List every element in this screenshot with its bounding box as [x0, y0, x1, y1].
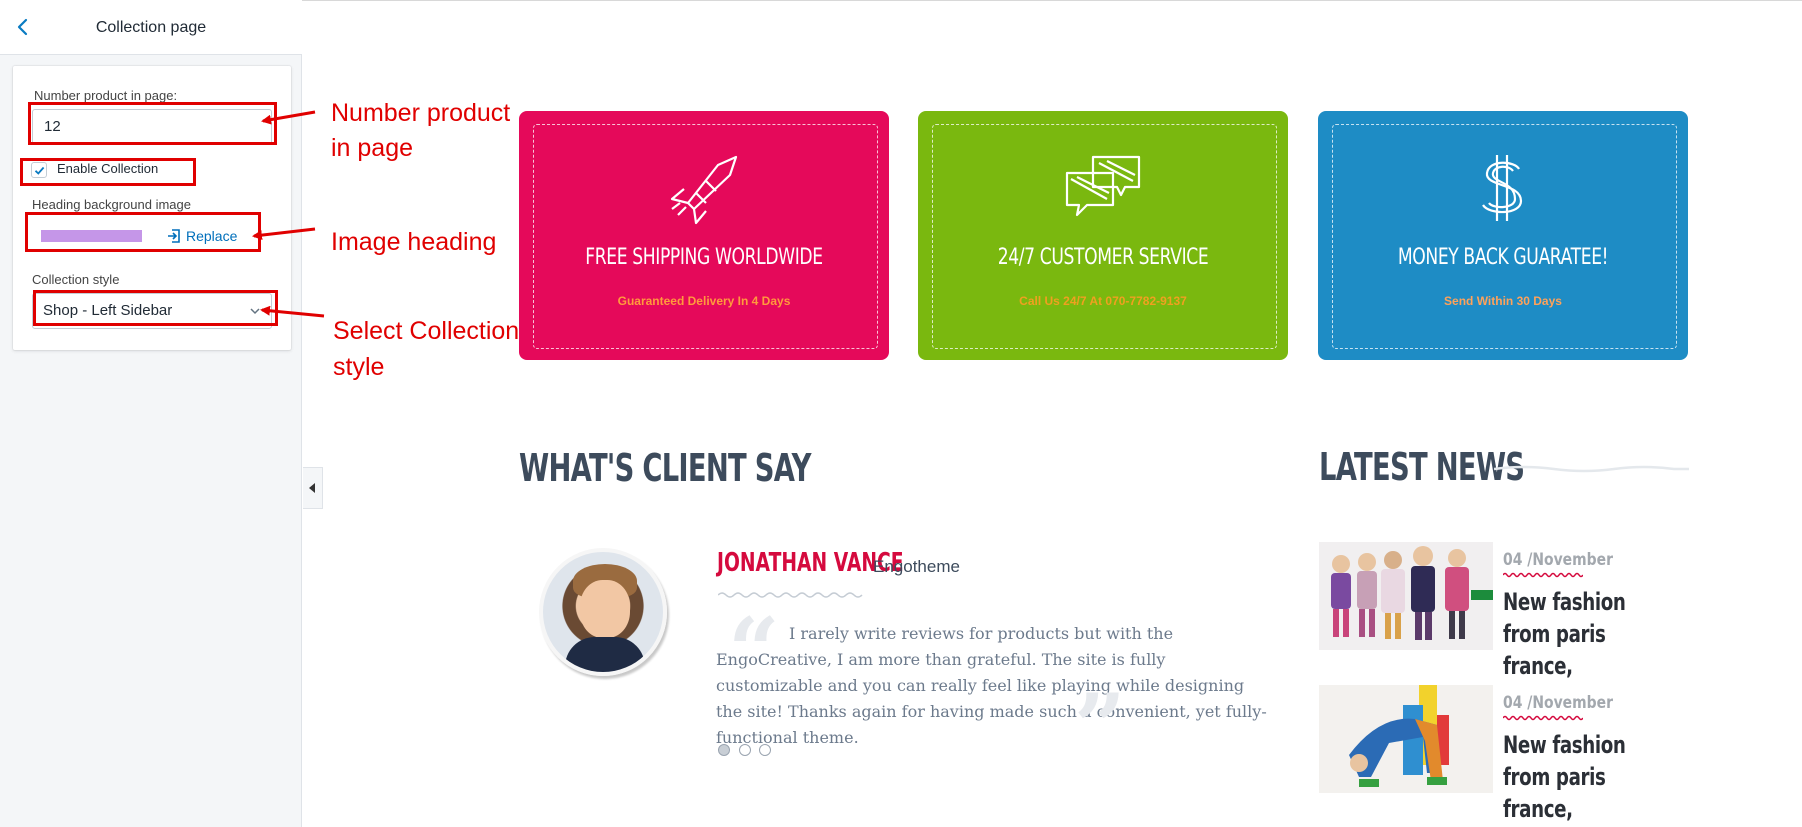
feature-title: 24/7 CUSTOMER SERVICE [997, 245, 1209, 270]
news-image-1[interactable] [1319, 542, 1493, 650]
feature-subtitle: Send Within 30 Days [1444, 294, 1562, 308]
avatar-face [580, 580, 630, 638]
carousel-dot-2[interactable] [739, 744, 751, 756]
news-title-1[interactable]: New fashion from paris france, [1503, 586, 1655, 682]
kid-bending-photo [1319, 685, 1493, 793]
annotation-select-line1: Select Collection [333, 317, 520, 345]
news-date-wave-2 [1503, 715, 1583, 721]
news-image-2[interactable] [1319, 685, 1493, 793]
testimonial-quote: I rarely write reviews for products but … [716, 621, 1272, 751]
annotation-image: Image heading [331, 228, 497, 256]
kids-group-photo [1319, 542, 1493, 650]
news-date-wave-1 [1503, 572, 1583, 578]
arrow-image [252, 227, 316, 241]
annotation-select-line2: style [333, 353, 385, 381]
close-quote-icon: ” [1074, 674, 1126, 780]
news-date-2: 04 /November [1503, 693, 1613, 713]
dollar-icon [1482, 155, 1523, 221]
carousel-dot-3[interactable] [759, 744, 771, 756]
feature-subtitle: Call Us 24/7 At 070-7782-9137 [1019, 294, 1187, 308]
chat-bubbles-icon [1065, 155, 1141, 217]
testimonial-quote-text: I rarely write reviews for products but … [716, 624, 1267, 747]
news-date-1: 04 /November [1503, 550, 1613, 570]
rocket-icon [670, 155, 738, 225]
feature-box-service: 24/7 CUSTOMER SERVICE Call Us 24/7 At 07… [918, 111, 1288, 360]
client-avatar [539, 548, 667, 676]
news-title-2[interactable]: New fashion from paris france, [1503, 729, 1655, 825]
feature-box-money: MONEY BACK GUARATEE! Send Within 30 Days [1318, 111, 1688, 360]
feature-title: MONEY BACK GUARATEE! [1397, 245, 1609, 270]
feature-title: FREE SHIPPING WORLDWIDE [585, 245, 823, 270]
feature-box-shipping: FREE SHIPPING WORLDWIDE Guaranteed Deliv… [519, 111, 889, 360]
annotation-number-line2: in page [331, 134, 414, 162]
news-heading-wave [1494, 465, 1689, 473]
arrow-select [260, 305, 325, 318]
client-say-heading: WHAT'S CLIENT SAY [519, 446, 811, 490]
client-company: Engotheme [873, 557, 960, 576]
avatar-suit [565, 637, 645, 672]
annotation-number-line1: Number product [331, 99, 511, 127]
arrow-number [261, 110, 316, 125]
feature-subtitle: Guaranteed Delivery In 4 Days [617, 294, 791, 308]
carousel-dot-1[interactable] [718, 744, 730, 756]
